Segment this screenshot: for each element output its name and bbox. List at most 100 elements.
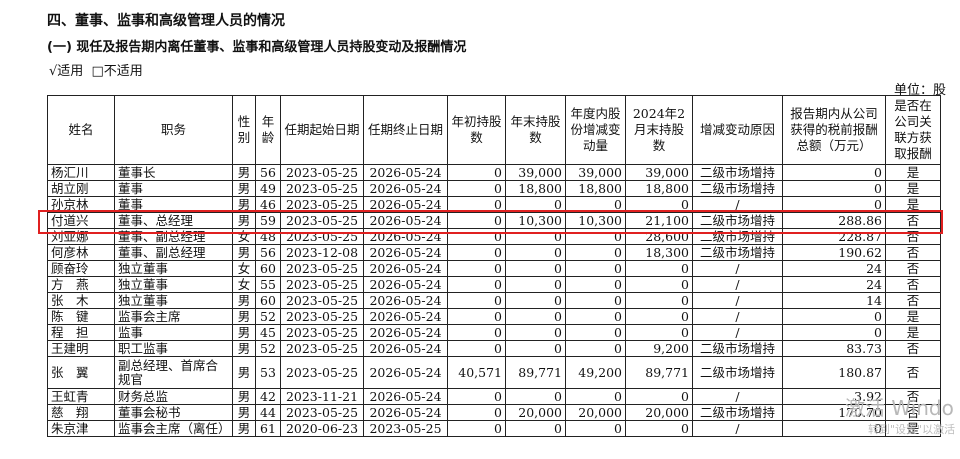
table-row: 杨汇川 董事长男 56 2023-05-25 2026-05-24 0 39,000 39,0… bbox=[47, 164, 941, 181]
table-cell: 20,000 bbox=[565, 404, 626, 421]
table-cell: 否 bbox=[885, 356, 941, 389]
table-cell: 董事 bbox=[114, 180, 233, 197]
table-cell: 是 bbox=[885, 308, 941, 325]
column-header: 增减变动原因 bbox=[692, 95, 783, 165]
table-cell: 24 bbox=[782, 260, 886, 277]
table-row: 朱京津 监事会主席（离任）男 61 2020-06-23 2023-05-25 0 0 0 0/… bbox=[47, 420, 941, 437]
table-cell: 42 bbox=[255, 388, 281, 405]
column-header: 职务 bbox=[114, 95, 233, 165]
column-header: 任期终止日期 bbox=[363, 95, 448, 165]
table-cell: 否 bbox=[885, 228, 941, 245]
table-cell: 2026-05-24 bbox=[363, 308, 448, 325]
table-cell: 否 bbox=[885, 340, 941, 357]
table-cell: 2023-05-25 bbox=[280, 164, 364, 181]
table-cell: 0 bbox=[447, 164, 506, 181]
table-cell: 18,800 bbox=[625, 180, 693, 197]
table-row: 陈 键监事会主席男 52 2023-05-25 2026-05-24 0 0 0 0/0 是 bbox=[47, 308, 941, 325]
table-cell: 0 bbox=[447, 260, 506, 277]
column-header: 年末持股数 bbox=[505, 95, 566, 165]
column-header: 2024年2月末持股数 bbox=[625, 95, 693, 165]
table-cell: 0 bbox=[782, 164, 886, 181]
table-row: 孙京林 董事男 46 2023-05-25 2026-05-24 0 0 0 0/0 是 bbox=[47, 196, 941, 213]
table-cell: 0 bbox=[447, 388, 506, 405]
table-cell: 0 bbox=[505, 308, 566, 325]
table-row: 张 木独立董事男 60 2023-05-25 2026-05-24 0 0 0 0/14 否 bbox=[47, 292, 941, 309]
table-cell: 0 bbox=[565, 292, 626, 309]
column-header: 报告期内从公司获得的税前报酬总额（万元） bbox=[782, 95, 886, 165]
table-cell: 0 bbox=[505, 388, 566, 405]
table-cell: / bbox=[692, 196, 783, 213]
table-cell: 2023-11-21 bbox=[280, 388, 364, 405]
table-cell: 副总经理、首席合规官 bbox=[114, 356, 233, 389]
table-cell: 监事会主席（离任） bbox=[114, 420, 233, 437]
table-cell: 二级市场增持 bbox=[692, 404, 783, 421]
table-cell: 0 bbox=[565, 388, 626, 405]
table-cell: 刘亚娜 bbox=[47, 228, 115, 245]
table-cell: 2026-05-24 bbox=[363, 404, 448, 421]
table-cell: 是 bbox=[885, 180, 941, 197]
table-cell: 60 bbox=[255, 260, 281, 277]
table-cell: 0 bbox=[565, 324, 626, 341]
table-cell: 董事、副总经理 bbox=[114, 228, 233, 245]
table-row: 付道兴 董事、总经理男 59 2023-05-25 2026-05-24 0 10,300 1… bbox=[47, 212, 941, 229]
table-cell: 是 bbox=[885, 196, 941, 213]
table-cell: 男 bbox=[232, 244, 256, 261]
table-cell: 0 bbox=[565, 420, 626, 437]
table-cell: 孙京林 bbox=[47, 196, 115, 213]
table-cell: 2023-12-08 bbox=[280, 244, 364, 261]
table-cell: 89,771 bbox=[625, 356, 693, 389]
table-cell: 否 bbox=[885, 244, 941, 261]
table-header-row: 姓名 职务 性别 年龄 任期起始日期 任期终止日期 年初持股数 年末持股数 年度内股份增减变动量… bbox=[47, 95, 941, 165]
table-cell: 2026-05-24 bbox=[363, 388, 448, 405]
table-cell: 陈 键 bbox=[47, 308, 115, 325]
table-cell: 0 bbox=[625, 324, 693, 341]
table-cell: 财务总监 bbox=[114, 388, 233, 405]
table-cell: 二级市场增持 bbox=[692, 180, 783, 197]
table-cell: 288.86 bbox=[782, 212, 886, 229]
table-cell: 杨汇川 bbox=[47, 164, 115, 181]
table-cell: 0 bbox=[505, 260, 566, 277]
table-cell: 2020-06-23 bbox=[280, 420, 364, 437]
table-cell: 83.73 bbox=[782, 340, 886, 357]
table-cell: 56 bbox=[255, 244, 281, 261]
table-cell: 190.62 bbox=[782, 244, 886, 261]
table-cell: 52 bbox=[255, 340, 281, 357]
table-cell: 39,000 bbox=[505, 164, 566, 181]
table-cell: 0 bbox=[447, 276, 506, 293]
table-cell: 独立董事 bbox=[114, 276, 233, 293]
table-cell: 10,300 bbox=[565, 212, 626, 229]
table-cell: 是 bbox=[885, 324, 941, 341]
table-cell: 0 bbox=[565, 308, 626, 325]
table-cell: 2023-05-25 bbox=[280, 212, 364, 229]
table-cell: 0 bbox=[565, 260, 626, 277]
table-cell: 0 bbox=[447, 196, 506, 213]
table-cell: 董事长 bbox=[114, 164, 233, 181]
table-cell: 0 bbox=[447, 228, 506, 245]
table-cell: 2023-05-25 bbox=[280, 276, 364, 293]
table-cell: 0 bbox=[447, 308, 506, 325]
applicability-options: √适用 □不适用 bbox=[49, 60, 143, 79]
table-cell: 0 bbox=[565, 228, 626, 245]
table-cell: 二级市场增持 bbox=[692, 244, 783, 261]
table-row: 何彦林 董事、副总经理男 56 2023-12-08 2026-05-24 0 0 0 18,3… bbox=[47, 244, 941, 261]
table-cell: 否 bbox=[885, 212, 941, 229]
column-header: 任期起始日期 bbox=[280, 95, 364, 165]
table-cell: 否 bbox=[885, 292, 941, 309]
table-cell: 0 bbox=[565, 244, 626, 261]
table-row: 刘亚娜 董事、副总经理女 48 2023-05-25 2026-05-24 0 0 0 28,6… bbox=[47, 228, 941, 245]
section-title: 四、董事、监事和高级管理人员的情况 bbox=[47, 13, 285, 29]
table-cell: 程 担 bbox=[47, 324, 115, 341]
table-cell: 2026-05-24 bbox=[363, 260, 448, 277]
table-cell: 朱京津 bbox=[47, 420, 115, 437]
column-header: 年龄 bbox=[255, 95, 281, 165]
table-cell: 0 bbox=[505, 340, 566, 357]
option-not-applicable: □不适用 bbox=[91, 64, 143, 79]
table-cell: 监事会主席 bbox=[114, 308, 233, 325]
table-cell: 0 bbox=[447, 180, 506, 197]
table-cell: 0 bbox=[625, 292, 693, 309]
table-cell: 18,300 bbox=[625, 244, 693, 261]
table-cell: 2023-05-25 bbox=[280, 228, 364, 245]
table-cell: 49 bbox=[255, 180, 281, 197]
table-row: 张 翼副总经理、首席合规官男 53 2023-05-25 2026-05-24 40,5… bbox=[47, 356, 941, 389]
table-cell: 2023-05-25 bbox=[363, 420, 448, 437]
